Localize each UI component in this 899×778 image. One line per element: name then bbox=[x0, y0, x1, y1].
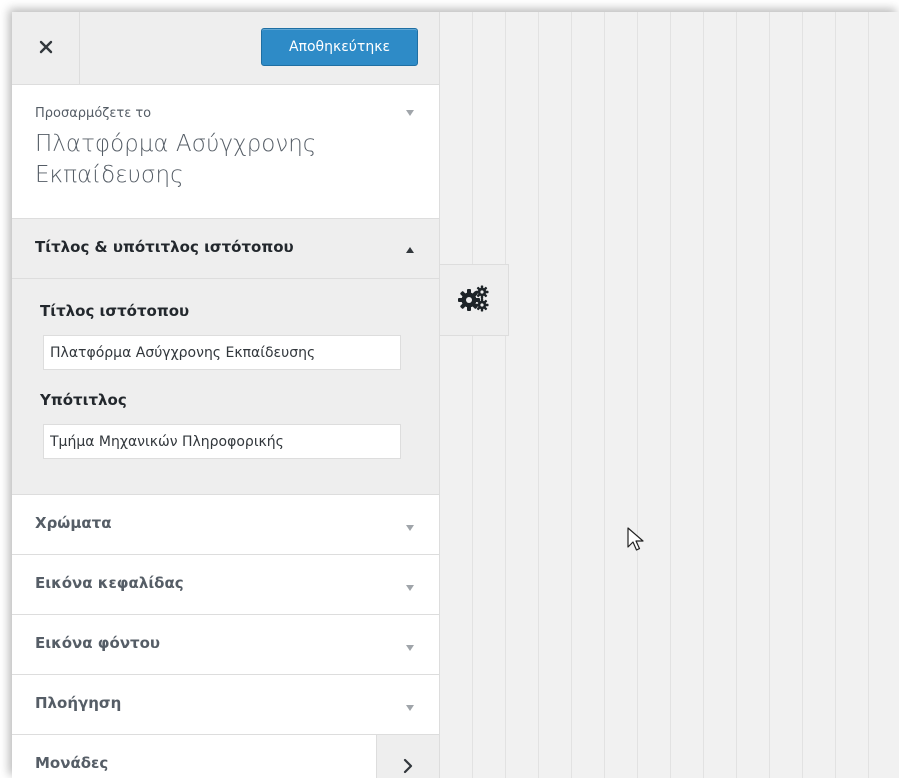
section-label: Μονάδες bbox=[35, 754, 109, 772]
section-widgets[interactable]: Μονάδες bbox=[12, 735, 439, 778]
customizer-header: Αποθηκεύτηκε bbox=[12, 12, 439, 85]
section-label: Πλοήγηση bbox=[35, 694, 122, 712]
customize-info-panel: Προσαρμόζετε το Πλατφόρμα Ασύγχρονης Εκπ… bbox=[12, 85, 439, 219]
section-site-identity-body: Τίτλος ιστότοπου Υπότιτλος bbox=[12, 279, 439, 495]
section-label: Εικόνα κεφαλίδας bbox=[35, 574, 184, 592]
section-label: Εικόνα φόντου bbox=[35, 634, 161, 652]
collapse-arrow-icon[interactable] bbox=[406, 247, 414, 253]
section-site-identity-header[interactable]: Τίτλος & υπότιτλος ιστότοπου bbox=[12, 219, 439, 279]
widgets-open-button[interactable] bbox=[376, 735, 439, 778]
site-title-heading: Πλατφόρμα Ασύγχρονης Εκπαίδευσης bbox=[35, 131, 317, 188]
section-header-image[interactable]: Εικόνα κεφαλίδας bbox=[12, 555, 439, 615]
expand-arrow-icon bbox=[406, 705, 414, 711]
mouse-pointer-icon bbox=[627, 527, 645, 557]
tagline-label: Υπότιτλος bbox=[40, 391, 127, 409]
section-colors[interactable]: Χρώματα bbox=[12, 495, 439, 555]
site-title-input[interactable] bbox=[43, 335, 401, 370]
expand-arrow-icon bbox=[406, 585, 414, 591]
info-toggle-icon[interactable] bbox=[406, 110, 414, 116]
expand-arrow-icon bbox=[406, 525, 414, 531]
customizing-caption: Προσαρμόζετε το bbox=[35, 106, 152, 121]
gears-icon[interactable] bbox=[457, 283, 491, 317]
save-button[interactable]: Αποθηκεύτηκε bbox=[261, 28, 418, 66]
section-navigation[interactable]: Πλοήγηση bbox=[12, 675, 439, 735]
customizer-sidebar: Αποθηκεύτηκε Προσαρμόζετε το Πλατφόρμα Α… bbox=[12, 12, 440, 778]
tagline-input[interactable] bbox=[43, 424, 401, 459]
close-icon[interactable] bbox=[39, 39, 53, 58]
close-button[interactable] bbox=[12, 12, 80, 84]
customizer-window: Αποθηκεύτηκε Προσαρμόζετε το Πλατφόρμα Α… bbox=[12, 12, 899, 778]
settings-toggle-button[interactable] bbox=[440, 264, 509, 336]
section-label: Τίτλος & υπότιτλος ιστότοπου bbox=[35, 238, 294, 256]
section-label: Χρώματα bbox=[35, 514, 112, 532]
section-background-image[interactable]: Εικόνα φόντου bbox=[12, 615, 439, 675]
site-title-label: Τίτλος ιστότοπου bbox=[40, 302, 190, 320]
site-preview[interactable] bbox=[440, 12, 899, 778]
chevron-right-icon[interactable] bbox=[403, 758, 413, 778]
expand-arrow-icon bbox=[406, 645, 414, 651]
